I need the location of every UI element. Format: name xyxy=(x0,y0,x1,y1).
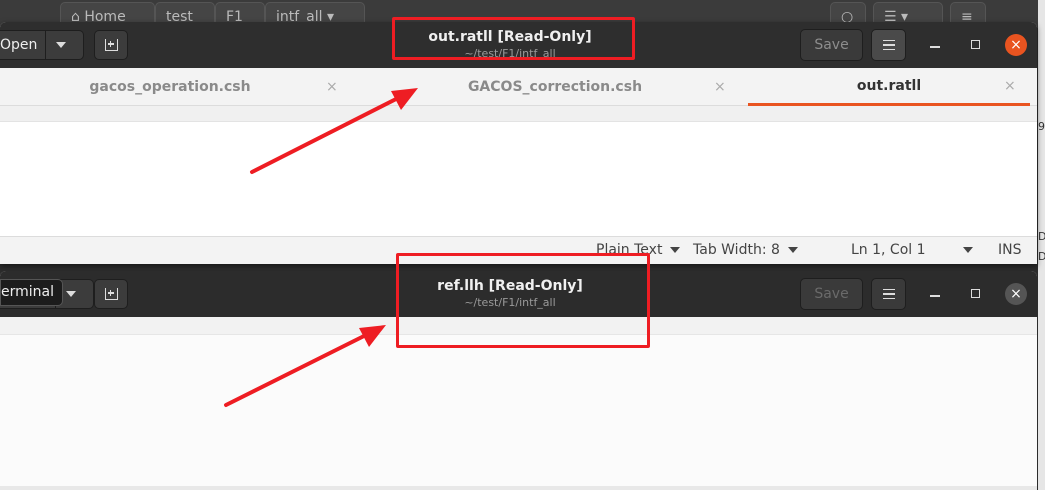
editor-top-strip xyxy=(0,106,1037,122)
maximize-button[interactable] xyxy=(971,289,980,298)
chevron-down-icon xyxy=(55,42,66,48)
window-subtitle: ~/test/F1/intf_all xyxy=(464,296,556,309)
open-button[interactable]: Open xyxy=(0,30,85,60)
chevron-down-icon xyxy=(65,291,76,297)
save-button[interactable]: Save xyxy=(800,29,863,61)
insert-mode-indicator[interactable]: INS xyxy=(998,242,1022,258)
tab-out-ratll[interactable]: out.ratll × xyxy=(748,68,1030,106)
text-editor-area[interactable] xyxy=(0,122,1037,236)
headerbar: erminal ref.llh [Read-Only] ~/test/F1/in… xyxy=(0,271,1037,317)
menu-button[interactable] xyxy=(871,29,906,61)
cursor-position-selector[interactable]: Ln 1, Col 1 xyxy=(851,242,973,258)
close-icon[interactable]: × xyxy=(1004,78,1016,94)
tab-width-selector[interactable]: Tab Width: 8 xyxy=(693,242,798,258)
editor-top-strip xyxy=(0,317,1037,335)
status-bar: Plain Text Tab Width: 8 Ln 1, Col 1 INS xyxy=(0,236,1037,264)
headerbar: Open out.ratll [Read-Only] ~/test/F1/int… xyxy=(0,22,1037,68)
close-button[interactable]: × xyxy=(1005,283,1027,305)
window-title: out.ratll [Read-Only] xyxy=(428,29,592,45)
minimize-button[interactable] xyxy=(930,46,940,48)
new-tab-icon xyxy=(104,39,118,51)
new-tab-button[interactable] xyxy=(94,279,128,309)
hamburger-icon xyxy=(882,39,895,42)
background-window-edge: 9 D D xyxy=(1038,0,1045,490)
close-icon: × xyxy=(1010,37,1022,53)
text-editor-area[interactable] xyxy=(0,335,1037,490)
gedit-window-ref-llh: erminal ref.llh [Read-Only] ~/test/F1/in… xyxy=(0,271,1037,490)
close-icon: × xyxy=(1010,286,1022,302)
menu-button[interactable] xyxy=(871,278,906,310)
chevron-down-icon xyxy=(787,247,798,253)
open-dropdown-button[interactable] xyxy=(45,31,75,59)
window-subtitle: ~/test/F1/intf_all xyxy=(464,47,556,60)
close-button[interactable]: × xyxy=(1005,34,1027,56)
window-title: ref.llh [Read-Only] xyxy=(437,278,583,294)
tab-bar: gacos_operation.csh × GACOS_correction.c… xyxy=(0,68,1037,106)
terminal-tooltip: erminal xyxy=(0,279,63,306)
hamburger-icon xyxy=(882,288,895,291)
new-tab-icon xyxy=(104,288,118,300)
maximize-button[interactable] xyxy=(971,40,980,49)
tab-gacos-operation[interactable]: gacos_operation.csh × xyxy=(0,68,340,106)
close-icon[interactable]: × xyxy=(326,79,338,95)
chevron-down-icon xyxy=(670,247,681,253)
editor-bottom-edge xyxy=(0,486,1037,490)
tab-gacos-correction[interactable]: GACOS_correction.csh × xyxy=(380,68,730,106)
close-icon[interactable]: × xyxy=(714,79,726,95)
gedit-window-out-ratll: Open out.ratll [Read-Only] ~/test/F1/int… xyxy=(0,22,1037,264)
new-tab-button[interactable] xyxy=(94,30,128,60)
chevron-down-icon xyxy=(963,247,973,253)
syntax-selector[interactable]: Plain Text xyxy=(596,242,681,258)
minimize-button[interactable] xyxy=(930,295,940,297)
save-button[interactable]: Save xyxy=(800,278,863,310)
